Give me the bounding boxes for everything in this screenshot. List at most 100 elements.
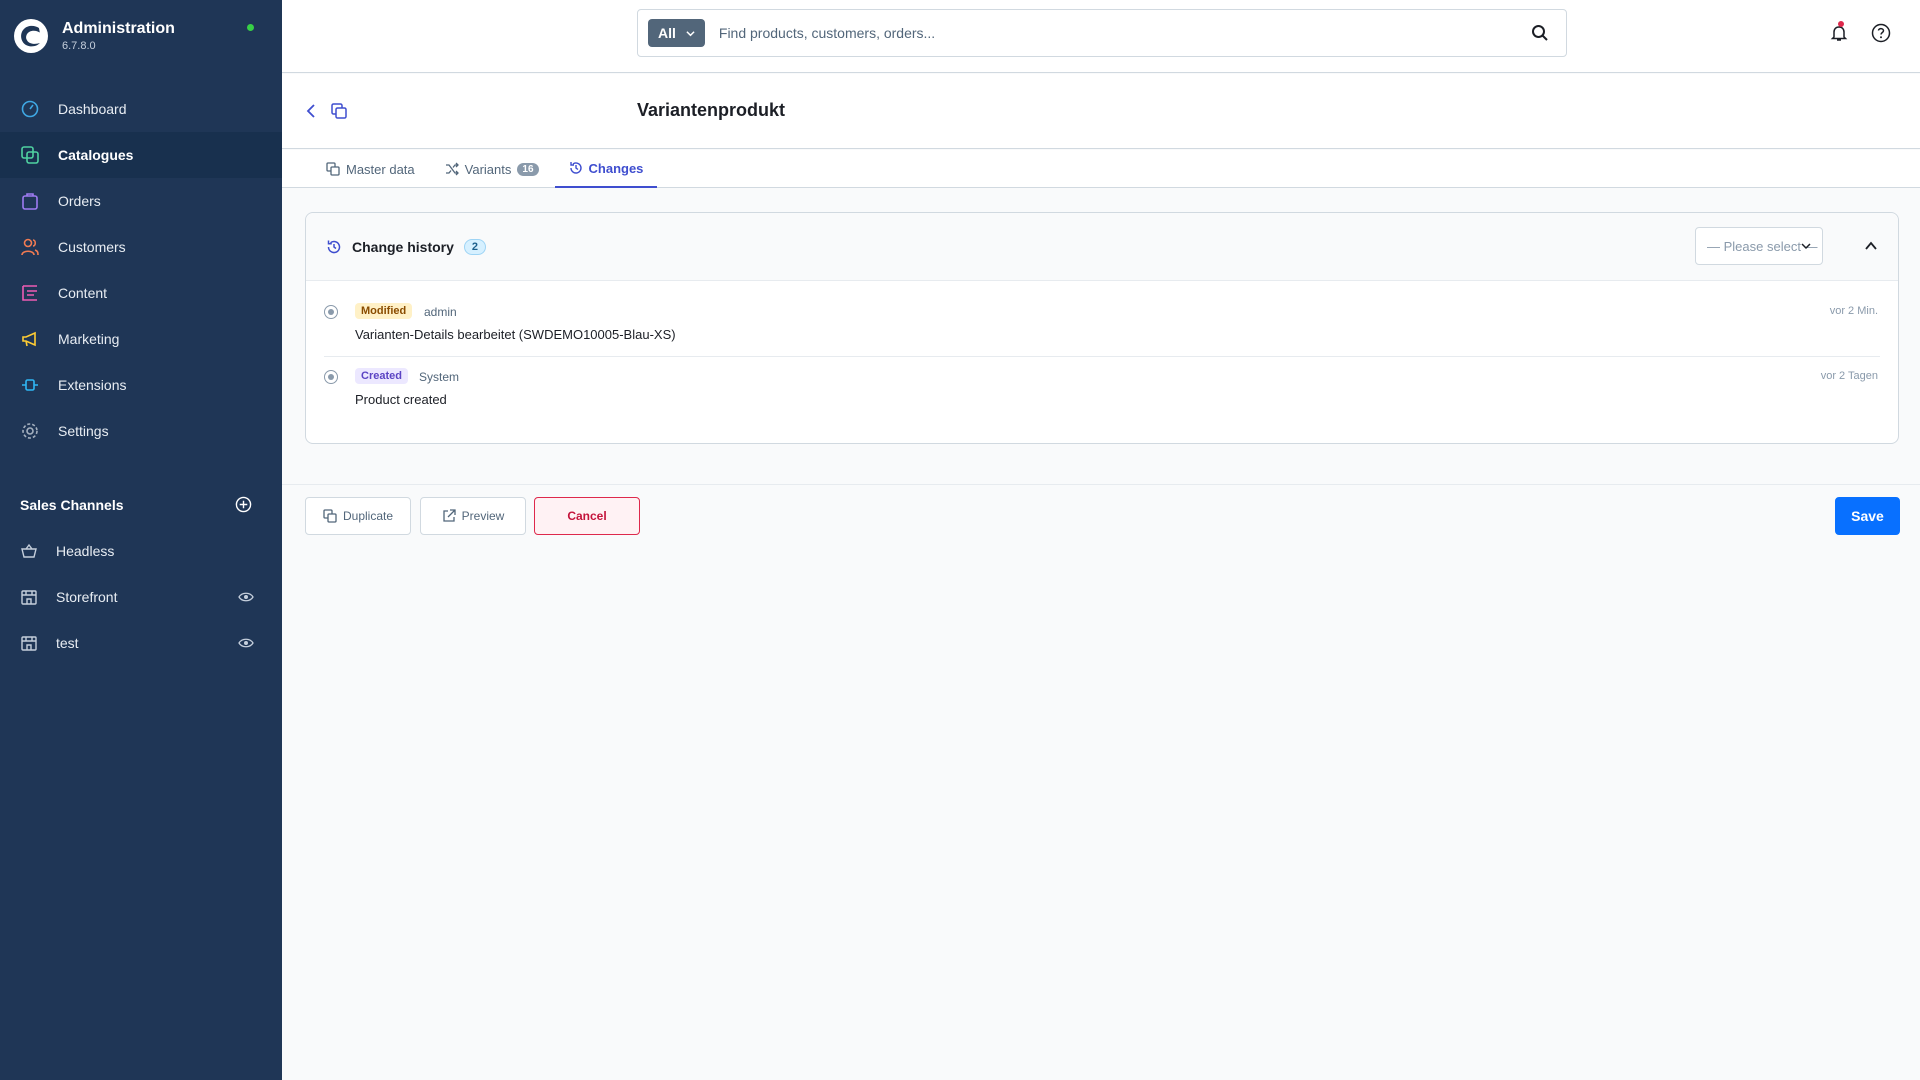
back-arrow-icon[interactable] (302, 102, 320, 120)
dashboard-icon (20, 99, 40, 119)
history-entry: Created System Product created vor 2 Tag… (324, 358, 1880, 422)
tab-label: Changes (588, 160, 644, 176)
status-badge-modified: Modified (355, 303, 413, 319)
entry-description: Product created (355, 392, 447, 407)
nav-label: Orders (58, 193, 101, 209)
content-icon (20, 283, 40, 303)
timeline-dot-icon (324, 305, 338, 319)
entry-time: vor 2 Min. (1829, 305, 1878, 317)
button-label: Preview (461, 509, 505, 523)
card-title: Change history (352, 238, 454, 255)
app-version: 6.7.8.0 (62, 40, 96, 52)
extensions-icon (20, 375, 40, 395)
help-icon[interactable] (1871, 23, 1891, 43)
status-badge-created: Created (355, 368, 408, 384)
entry-time: vor 2 Tagen (1820, 370, 1878, 382)
nav-label: Marketing (58, 331, 120, 347)
search-input[interactable] (718, 25, 1530, 41)
shuffle-icon (445, 162, 459, 176)
shopware-logo-icon (14, 19, 48, 53)
action-bar: Duplicate Preview Cancel Save (282, 484, 1920, 548)
search-type-dropdown[interactable]: All (648, 19, 705, 47)
nav-item-marketing[interactable]: Marketing (0, 316, 282, 362)
nav-item-orders[interactable]: Orders (0, 178, 282, 224)
sales-channel-storefront[interactable]: Storefront (0, 574, 282, 620)
main-nav: Dashboard Catalogues Orders Customers Co… (0, 86, 282, 454)
nav-item-catalogues[interactable]: Catalogues (0, 132, 282, 178)
notification-dot (1838, 21, 1844, 27)
sales-channel-list: Headless Storefront test (0, 528, 282, 666)
catalogue-icon (20, 145, 40, 165)
smart-bar: Variantenprodukt (282, 74, 1920, 149)
history-entry: Modified admin Varianten-Details bearbei… (324, 293, 1880, 357)
change-history-card: Change history 2 — Please select — Modif… (305, 212, 1899, 444)
eye-icon[interactable] (238, 589, 254, 605)
tab-label: Variants (464, 161, 512, 177)
entry-user: System (419, 370, 460, 384)
add-sales-channel-icon[interactable] (235, 496, 252, 513)
nav-label: Dashboard (58, 101, 127, 117)
customers-icon (20, 237, 40, 257)
chevron-up-icon[interactable] (1864, 239, 1878, 253)
orders-icon (20, 191, 40, 211)
basket-icon (21, 543, 37, 558)
tab-master-data[interactable]: Master data (312, 150, 429, 188)
eye-icon[interactable] (238, 635, 254, 651)
sales-channel-label: Headless (56, 543, 115, 559)
copy-icon[interactable] (329, 101, 349, 121)
sales-channel-label: test (56, 635, 79, 651)
sales-channel-label: Storefront (56, 589, 118, 605)
history-count-badge: 2 (463, 238, 487, 255)
page-title: Variantenprodukt (637, 100, 786, 120)
nav-label: Content (58, 285, 108, 301)
entry-user: admin (424, 305, 457, 319)
button-label: Duplicate (342, 509, 394, 523)
history-icon (569, 162, 582, 174)
save-button[interactable]: Save (1835, 497, 1900, 535)
nav-item-extensions[interactable]: Extensions (0, 362, 282, 408)
history-filter-select[interactable]: — Please select — (1695, 227, 1823, 265)
sales-channels-header: Sales Channels (20, 496, 252, 513)
button-label: Cancel (567, 509, 607, 523)
sales-channel-headless[interactable]: Headless (0, 528, 282, 574)
chevron-down-icon (686, 30, 695, 36)
status-online-indicator (247, 24, 254, 31)
tab-variants[interactable]: Variants 16 (431, 150, 553, 188)
tab-label: Master data (346, 161, 415, 177)
cancel-button[interactable]: Cancel (534, 497, 640, 535)
external-link-icon (443, 509, 456, 522)
chevron-down-icon (1801, 243, 1811, 250)
nav-item-settings[interactable]: Settings (0, 408, 282, 454)
search-type-label: All (658, 25, 676, 41)
tab-changes[interactable]: Changes (554, 150, 658, 188)
sidebar: Administration 6.7.8.0 Dashboard Catalog… (0, 0, 282, 1080)
sales-channel-test[interactable]: test (0, 620, 282, 666)
copy-icon (323, 509, 337, 523)
nav-label: Extensions (58, 377, 127, 393)
history-icon (327, 240, 341, 253)
brand[interactable]: Administration 6.7.8.0 (14, 16, 175, 56)
product-tabs: Master data Variants 16 Changes (282, 150, 1920, 188)
search-icon[interactable] (1530, 23, 1550, 43)
storefront-icon (21, 636, 37, 651)
top-bar: All (282, 0, 1920, 73)
preview-button[interactable]: Preview (420, 497, 526, 535)
app-title: Administration (62, 20, 175, 37)
variants-count-badge: 16 (517, 162, 539, 176)
nav-item-dashboard[interactable]: Dashboard (0, 86, 282, 132)
entry-description: Varianten-Details bearbeitet (SWDEMO1000… (355, 327, 676, 342)
card-header: Change history 2 — Please select — (306, 213, 1898, 281)
nav-item-customers[interactable]: Customers (0, 224, 282, 270)
button-label: Save (1851, 508, 1884, 524)
timeline-dot-icon (324, 370, 338, 384)
global-search: All (637, 9, 1567, 57)
nav-label: Customers (58, 239, 126, 255)
nav-label: Settings (58, 423, 109, 439)
nav-label: Catalogues (58, 147, 134, 163)
copy-icon (326, 162, 340, 176)
nav-item-content[interactable]: Content (0, 270, 282, 316)
storefront-icon (21, 590, 37, 605)
sales-channels-title: Sales Channels (20, 496, 124, 513)
duplicate-button[interactable]: Duplicate (305, 497, 411, 535)
settings-icon (20, 421, 40, 441)
